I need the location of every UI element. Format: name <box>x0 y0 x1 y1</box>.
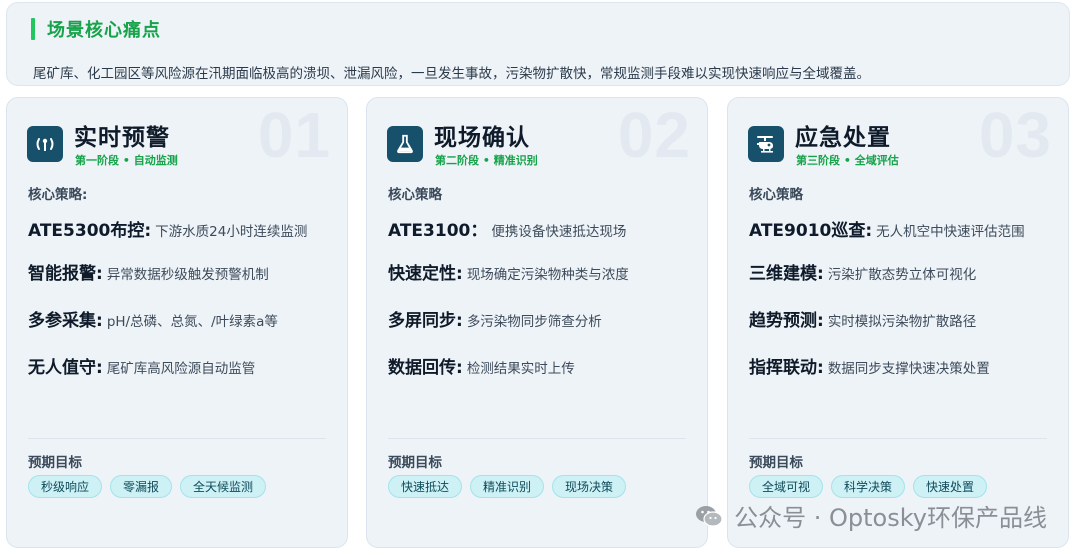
divider <box>28 438 326 439</box>
strategy-item: 三维建模: 污染扩散态势立体可视化 <box>749 259 976 284</box>
strategy-item: 趋势预测: 实时模拟污染物扩散路径 <box>749 306 976 331</box>
strategy-item-key: 趋势预测: <box>749 311 824 331</box>
goal-tags: 快速抵达 精准识别 现场决策 <box>388 475 627 498</box>
goal-tag: 全天候监测 <box>180 475 267 498</box>
strategy-item: ATE5300布控: 下游水质24小时连续监测 <box>28 216 307 241</box>
helicopter-icon <box>748 126 784 162</box>
strategy-item-key: 多屏同步: <box>388 311 463 331</box>
wechat-icon <box>696 505 723 527</box>
stage-card-realtime-warning: 01 实时预警 第一阶段 • 自动监测 核心策略: ATE5300布控: 下游水… <box>6 97 348 548</box>
strategy-item-value: 多污染物同步筛查分析 <box>466 314 602 330</box>
strategy-item: 指挥联动: 数据同步支撑快速决策处置 <box>749 353 990 378</box>
stage-number: 01 <box>257 99 331 171</box>
strategy-item-key: ATE5300布控: <box>28 221 152 241</box>
strategy-item-value: 污染扩散态势立体可视化 <box>827 267 977 283</box>
stage-number: 03 <box>978 99 1052 171</box>
goal-tag: 秒级响应 <box>28 475 103 498</box>
goal-label: 预期目标 <box>749 455 803 471</box>
stage-card-emergency-response: 03 应急处置 第三阶段 • 全域评估 核心策略 ATE9010巡查: 无人机空… <box>727 97 1069 548</box>
flask-icon <box>387 126 423 162</box>
pain-point-heading: 场景核心痛点 <box>31 17 161 41</box>
strategy-item: ATE9010巡查: 无人机空中快速评估范围 <box>749 216 1025 241</box>
accent-bar <box>31 18 35 40</box>
strategy-item-value: 尾矿库高风险源自动监管 <box>106 361 256 377</box>
goal-tag: 精准识别 <box>470 475 545 498</box>
strategy-item: 多参采集: pH/总磷、总氮、/叶绿素a等 <box>28 306 278 331</box>
strategy-item-value: 数据同步支撑快速决策处置 <box>827 361 990 377</box>
goal-tags: 全域可视 科学决策 快速处置 <box>749 475 988 498</box>
goal-label: 预期目标 <box>28 455 82 471</box>
goal-tags: 秒级响应 零漏报 全天候监测 <box>28 475 267 498</box>
card-title: 现场确认 <box>434 125 530 151</box>
strategy-item-key: 无人值守: <box>28 358 103 378</box>
strategy-item-key: 指挥联动: <box>749 358 824 378</box>
strategy-item-value: 无人机空中快速评估范围 <box>876 224 1025 240</box>
strategy-item: 多屏同步: 多污染物同步筛查分析 <box>388 306 602 331</box>
strategy-item-key: 快速定性: <box>388 264 463 284</box>
goal-tag: 快速处置 <box>913 475 988 498</box>
strategy-item-key: 数据回传: <box>388 358 463 378</box>
pain-point-panel: 场景核心痛点 尾矿库、化工园区等风险源在汛期面临极高的溃坝、泄漏风险，一旦发生事… <box>6 2 1070 86</box>
strategy-item-value: 下游水质24小时连续监测 <box>155 224 308 240</box>
strategy-item-value: 异常数据秒级触发预警机制 <box>106 267 269 283</box>
divider <box>388 438 686 439</box>
goal-tag: 全域可视 <box>749 475 824 498</box>
goal-label: 预期目标 <box>388 455 442 471</box>
strategy-item-key: 多参采集: <box>28 311 103 331</box>
stage-number: 02 <box>617 99 691 171</box>
strategy-label: 核心策略 <box>749 187 803 203</box>
strategy-item: ATE3100： 便携设备快速抵达现场 <box>388 216 626 241</box>
goal-tag: 科学决策 <box>831 475 906 498</box>
strategy-item-value: 检测结果实时上传 <box>466 361 575 377</box>
strategy-label: 核心策略 <box>388 187 442 203</box>
card-title: 应急处置 <box>795 125 891 151</box>
watermark: 公众号 · Optosky环保产品线 <box>694 498 1047 533</box>
strategy-item-value: 现场确定污染物种类与浓度 <box>466 267 629 283</box>
pain-point-title: 场景核心痛点 <box>47 20 161 41</box>
strategy-item-key: 智能报警: <box>28 264 103 284</box>
strategy-item-key: ATE9010巡查: <box>749 221 873 241</box>
watermark-text: 公众号 · Optosky环保产品线 <box>734 504 1047 532</box>
strategy-item-value: 实时模拟污染物扩散路径 <box>827 314 977 330</box>
strategy-item: 快速定性: 现场确定污染物种类与浓度 <box>388 259 629 284</box>
divider <box>749 438 1047 439</box>
strategy-item-value: 便携设备快速抵达现场 <box>491 224 627 240</box>
card-stage: 第二阶段 • 精准识别 <box>435 154 538 167</box>
goal-tag: 零漏报 <box>110 475 173 498</box>
strategy-item: 数据回传: 检测结果实时上传 <box>388 353 575 378</box>
strategy-item: 无人值守: 尾矿库高风险源自动监管 <box>28 353 255 378</box>
stage-card-onsite-confirmation: 02 现场确认 第二阶段 • 精准识别 核心策略 ATE3100： 便携设备快速… <box>366 97 708 548</box>
pain-point-description: 尾矿库、化工园区等风险源在汛期面临极高的溃坝、泄漏风险，一旦发生事故，污染物扩散… <box>33 66 870 82</box>
strategy-label: 核心策略: <box>28 187 88 203</box>
goal-tag: 现场决策 <box>552 475 627 498</box>
card-stage: 第一阶段 • 自动监测 <box>75 154 178 167</box>
strategy-item: 智能报警: 异常数据秒级触发预警机制 <box>28 259 269 284</box>
antenna-signal-icon <box>27 126 63 162</box>
strategy-item-key: 三维建模: <box>749 264 824 284</box>
strategy-item-value: pH/总磷、总氮、/叶绿素a等 <box>106 314 278 330</box>
goal-tag: 快速抵达 <box>388 475 463 498</box>
card-stage: 第三阶段 • 全域评估 <box>796 154 899 167</box>
strategy-item-key: ATE3100： <box>388 221 488 241</box>
card-title: 实时预警 <box>74 125 170 151</box>
